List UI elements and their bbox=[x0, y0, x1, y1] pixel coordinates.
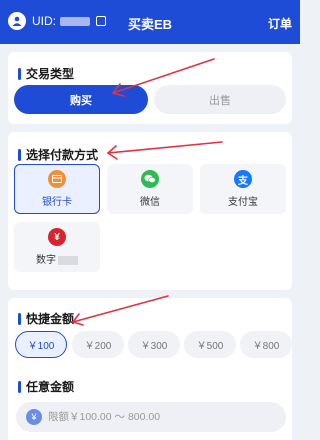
payment-title: 选择付款方式 bbox=[26, 148, 99, 162]
user-icon bbox=[12, 16, 22, 26]
quick-amount-title: 快捷金额 bbox=[26, 312, 75, 326]
masked-text bbox=[58, 255, 78, 265]
payment-option-label: 银行卡 bbox=[42, 197, 72, 208]
custom-amount-heading: 任意金额 bbox=[18, 378, 74, 395]
avatar[interactable] bbox=[8, 12, 26, 30]
copy-icon[interactable] bbox=[96, 16, 106, 26]
quick-amount-500[interactable]: ￥500 bbox=[184, 331, 236, 358]
payment-option-label: 支付宝 bbox=[228, 197, 258, 208]
custom-amount-input[interactable] bbox=[48, 411, 278, 423]
buy-button[interactable]: 购买 bbox=[14, 85, 148, 114]
trade-type-title: 交易类型 bbox=[26, 67, 75, 81]
section-marker bbox=[18, 380, 21, 393]
wechat-icon bbox=[141, 170, 159, 188]
alipay-icon: 支 bbox=[234, 170, 252, 188]
payment-heading: 选择付款方式 bbox=[18, 146, 98, 163]
section-marker bbox=[18, 312, 21, 325]
top-bar: UID: 买卖EB 订单 bbox=[0, 0, 300, 44]
user-info: UID: bbox=[8, 12, 106, 30]
uid-display: UID: bbox=[32, 14, 106, 28]
page-title: 买卖EB bbox=[127, 17, 173, 32]
trade-type-heading: 交易类型 bbox=[18, 65, 74, 82]
payment-option-label: 数字 bbox=[36, 255, 56, 266]
quick-amount-100[interactable]: ￥100 bbox=[15, 331, 67, 358]
quick-amount-300[interactable]: ￥300 bbox=[128, 331, 180, 358]
payment-method-card: 选择付款方式 银行卡 微信 支 支付宝 ¥ 数字 bbox=[8, 132, 292, 290]
section-marker bbox=[18, 148, 21, 161]
quick-amount-heading: 快捷金额 bbox=[18, 310, 74, 327]
orders-link[interactable]: 订单 bbox=[268, 15, 292, 32]
custom-amount-title: 任意金额 bbox=[26, 380, 75, 394]
payment-option-wechat[interactable]: 微信 bbox=[107, 164, 193, 214]
trade-type-card: 交易类型 购买 出售 bbox=[8, 52, 292, 124]
payment-option-label-wrap: 数字 bbox=[36, 251, 78, 266]
sell-button[interactable]: 出售 bbox=[154, 85, 286, 114]
uid-label: UID: bbox=[32, 14, 56, 28]
quick-amount-800[interactable]: ￥800 bbox=[240, 331, 292, 358]
payment-option-bank-card[interactable]: 银行卡 bbox=[14, 164, 100, 214]
payment-option-label: 微信 bbox=[140, 197, 160, 208]
digital-rmb-icon: ¥ bbox=[48, 228, 66, 246]
bank-card-icon bbox=[48, 170, 66, 188]
quick-amount-200[interactable]: ￥200 bbox=[72, 331, 124, 358]
payment-option-digital-rmb[interactable]: ¥ 数字 bbox=[14, 222, 100, 272]
yen-icon: ¥ bbox=[26, 409, 42, 425]
payment-option-alipay[interactable]: 支 支付宝 bbox=[200, 164, 286, 214]
custom-amount-field[interactable]: ¥ bbox=[16, 402, 286, 432]
section-marker bbox=[18, 67, 21, 80]
uid-value-masked bbox=[60, 16, 90, 26]
